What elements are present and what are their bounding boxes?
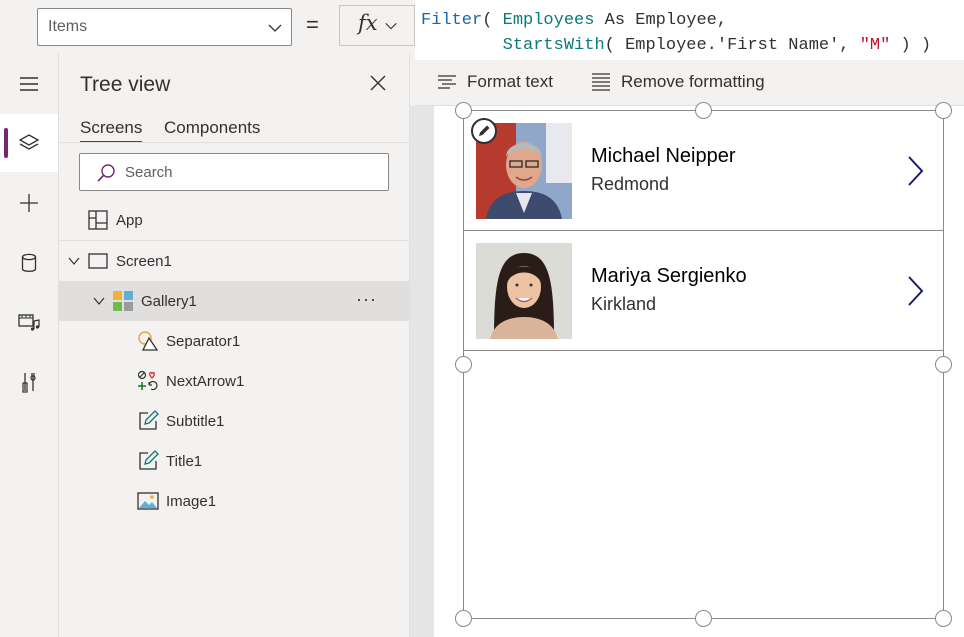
resize-handle[interactable]: [455, 102, 472, 119]
property-value: Items: [48, 18, 88, 35]
gallery-item[interactable]: Mariya Sergienko Kirkland: [464, 231, 943, 351]
tree-node-nextarrow1[interactable]: NextArrow1: [59, 361, 409, 401]
edit-label-icon: [139, 410, 159, 430]
fx-label: fx: [358, 11, 378, 35]
tab-components[interactable]: Components: [164, 118, 260, 138]
rail-menu[interactable]: [0, 55, 58, 113]
tabs-divider: [59, 142, 409, 143]
tree-node-screen1[interactable]: Screen1: [59, 241, 409, 281]
format-text-label: Format text: [467, 72, 553, 91]
tree-node-label: Title1: [166, 452, 203, 470]
formula-indent: [421, 36, 503, 55]
plus-icon: [20, 194, 38, 212]
resize-handle[interactable]: [455, 610, 472, 627]
tree-node-label: NextArrow1: [166, 372, 245, 390]
resize-handle[interactable]: [935, 610, 952, 627]
panel-title: Tree view: [80, 73, 171, 96]
tree-view-panel: Tree view Screens Components Search App …: [59, 53, 410, 637]
rail-insert[interactable]: [0, 174, 58, 232]
tree-node-image1[interactable]: Image1: [59, 481, 409, 521]
chevron-down-icon: [93, 297, 105, 305]
tree-node-app[interactable]: App: [59, 200, 409, 240]
shapes-icon: [138, 331, 159, 351]
formula-token: (: [482, 11, 503, 30]
gallery-control[interactable]: Michael Neipper Redmond Mariya Sergienko…: [463, 110, 944, 619]
format-text-icon: [438, 75, 456, 89]
image-icon: [137, 492, 159, 510]
media-icon: [18, 314, 40, 331]
rail-data[interactable]: [0, 234, 58, 292]
tree-node-title1[interactable]: Title1: [59, 441, 409, 481]
search-icon: [97, 164, 115, 182]
edit-label-icon: [139, 450, 159, 470]
rail-tree-view[interactable]: [0, 114, 58, 172]
tree-node-label: App: [116, 211, 143, 229]
employee-photo: [476, 243, 572, 339]
formula-token: Employees: [502, 11, 595, 30]
tools-icon: [22, 373, 36, 393]
fx-button[interactable]: fx: [339, 5, 415, 46]
app-icon: [88, 210, 108, 230]
format-text-button[interactable]: Format text: [437, 72, 553, 92]
search-placeholder: Search: [125, 164, 173, 181]
tree-node-label: Image1: [166, 492, 217, 510]
resize-handle[interactable]: [935, 356, 952, 373]
tab-screens[interactable]: Screens: [80, 118, 143, 143]
item-title: Mariya Sergienko: [591, 265, 747, 287]
gallery-icon: [113, 291, 133, 311]
formula-token: Employee.'First Name',: [625, 36, 860, 55]
remove-formatting-button[interactable]: Remove formatting: [591, 72, 765, 92]
hamburger-icon: [20, 77, 38, 91]
chevron-right-icon[interactable]: [904, 154, 926, 188]
formula-token: As Employee,: [594, 11, 728, 30]
resize-handle[interactable]: [695, 610, 712, 627]
rail-media[interactable]: [0, 293, 58, 351]
format-bar: Format text Remove formatting: [415, 60, 964, 106]
rail-tools[interactable]: [0, 353, 58, 411]
canvas-margin: [410, 106, 434, 637]
chevron-down-icon: [385, 22, 397, 30]
tree-node-label: Subtitle1: [166, 412, 225, 430]
layers-icon: [18, 134, 40, 150]
item-title: Michael Neipper: [591, 145, 736, 167]
database-icon: [21, 253, 37, 272]
resize-handle[interactable]: [455, 356, 472, 373]
formula-token: (: [604, 36, 626, 55]
left-rail: [0, 53, 59, 637]
chevron-right-icon[interactable]: [904, 274, 926, 308]
tree-node-separator1[interactable]: Separator1: [59, 321, 409, 361]
remove-formatting-icon: [592, 73, 610, 91]
formula-token: ) ): [890, 36, 932, 55]
resize-handle[interactable]: [935, 102, 952, 119]
formula-token: StartsWith: [502, 36, 605, 55]
chevron-down-icon: [68, 257, 80, 265]
formula-editor[interactable]: Filter( Employees As Employee, StartsWit…: [415, 0, 964, 60]
formula-token: Filter: [421, 11, 483, 30]
tree-node-label: Screen1: [116, 252, 172, 270]
item-subtitle: Redmond: [591, 174, 670, 194]
edit-template-icon[interactable]: [471, 118, 497, 144]
remove-formatting-label: Remove formatting: [621, 72, 765, 91]
close-icon[interactable]: [368, 73, 388, 93]
icons-icon: [137, 370, 158, 391]
equals-sign: =: [306, 12, 319, 37]
item-subtitle: Kirkland: [591, 294, 657, 314]
screen-icon: [88, 253, 108, 269]
tree-node-subtitle1[interactable]: Subtitle1: [59, 401, 409, 441]
gallery-item[interactable]: Michael Neipper Redmond: [464, 111, 943, 231]
tree-node-gallery1[interactable]: Gallery1 ···: [59, 281, 409, 321]
search-input[interactable]: Search: [79, 153, 389, 191]
tree-node-label: Gallery1: [141, 292, 197, 310]
more-options-icon[interactable]: ···: [356, 289, 377, 310]
tree-node-label: Separator1: [166, 332, 241, 350]
resize-handle[interactable]: [695, 102, 712, 119]
property-dropdown[interactable]: Items: [37, 8, 292, 46]
chevron-down-icon: [268, 24, 282, 32]
formula-token: "M": [859, 36, 891, 55]
